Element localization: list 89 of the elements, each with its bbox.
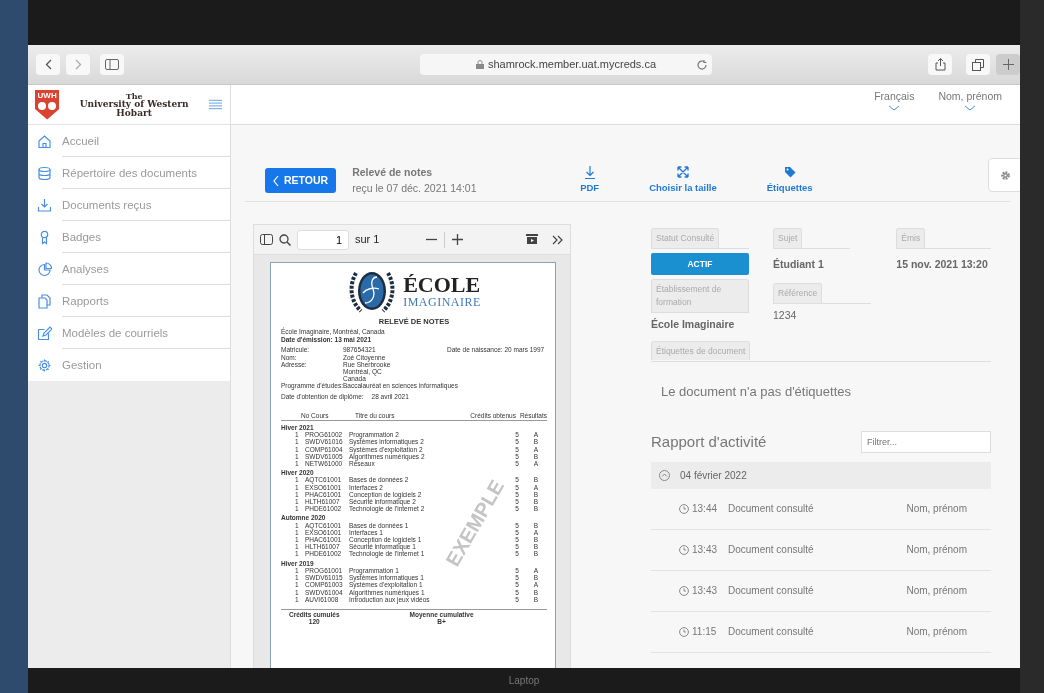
chevron-down-icon (964, 104, 977, 111)
status-button[interactable]: ACTIF (651, 253, 749, 275)
documents-icon (37, 293, 52, 309)
new-tab-button[interactable] (996, 54, 1020, 75)
pie-chart-icon (37, 261, 52, 277)
entry-action: Document consulté (728, 502, 815, 516)
sidebar-link[interactable]: Badges (62, 221, 230, 253)
download-icon (583, 165, 596, 179)
entry-time: 13:44 (692, 502, 719, 516)
sidebar-link[interactable]: Répertoire des documents (62, 157, 230, 189)
double-chevron-icon[interactable] (552, 233, 564, 246)
language-dropdown[interactable]: Français (874, 89, 915, 115)
page-total: sur 1 (355, 232, 380, 248)
field-label: Émis (896, 228, 926, 248)
share-button[interactable] (928, 54, 952, 75)
presentation-icon[interactable] (526, 233, 538, 246)
entry-user: Nom, prénom (906, 502, 967, 516)
device-label: Laptop (508, 674, 540, 688)
tag-icon (783, 165, 796, 179)
sidebar-toggle-icon[interactable] (260, 234, 273, 245)
chevron-down-icon (888, 104, 901, 111)
section-title: Rapport d'activité (651, 432, 767, 452)
document-title: Relevé de notes (352, 164, 434, 180)
field-value: 15 nov. 2021 13:20 (896, 257, 989, 272)
sidebar-icon (105, 59, 119, 70)
entry-action: Document consulté (728, 584, 815, 598)
page-number-field[interactable]: 1 (297, 229, 349, 250)
search-icon[interactable] (279, 233, 291, 246)
plus-icon (1002, 59, 1014, 70)
back-button[interactable]: RETOUR (265, 168, 337, 193)
date-group-header[interactable]: 04 février 2022 (651, 461, 991, 489)
sidebar-link[interactable]: Documents reçus (62, 189, 230, 221)
field-value: École Imaginaire (651, 316, 736, 332)
url-text: shamrock.member.uat.mycreds.ca (487, 57, 657, 73)
field-value: 1234 (773, 308, 798, 323)
chevron-left-icon (273, 174, 279, 187)
entry-user: Nom, prénom (906, 625, 967, 639)
school-name: ÉCOLE (403, 274, 481, 296)
database-icon (37, 165, 52, 181)
toolbar-action[interactable]: Choisir la taille (649, 165, 717, 196)
field-label: Statut Consulté (651, 228, 720, 248)
download-icon (37, 197, 52, 213)
sidebar-link[interactable]: Modèles de courriels (62, 317, 230, 349)
lock-icon (475, 60, 484, 69)
field-label: Référence (773, 283, 823, 303)
sidebar-link[interactable]: Analyses (62, 253, 230, 285)
settings-icon (999, 169, 1011, 181)
entry-user: Nom, prénom (906, 584, 967, 598)
entry-time: 13:43 (692, 584, 719, 598)
logo-text: The (125, 91, 143, 100)
clock-icon (679, 503, 689, 514)
settings-icon (37, 357, 52, 373)
entry-action: Document consulté (728, 625, 815, 639)
expand-arrows-icon (676, 165, 689, 179)
sidebar-link[interactable]: Accueil (62, 125, 230, 157)
tabs-button[interactable] (966, 54, 990, 75)
chevron-right-icon (74, 59, 82, 70)
share-icon (934, 58, 946, 71)
toolbar-action[interactable]: PDF (580, 165, 600, 196)
entry-time: 11:15 (692, 625, 718, 639)
school-subtitle: IMAGINAIRE (403, 296, 481, 308)
sidebar-link[interactable]: Gestion (62, 349, 230, 381)
clock-icon (679, 626, 689, 637)
entry-time: 13:43 (692, 543, 719, 557)
entry-action: Document consulté (728, 543, 815, 557)
edit-icon (37, 325, 52, 341)
clock-icon (679, 585, 689, 596)
toolbar-action[interactable]: Étiquettes (766, 165, 813, 196)
sidebar-toggle-button[interactable] (100, 54, 124, 75)
field-label: Établissement de formation (651, 279, 749, 312)
logo-initials: UWH (37, 90, 57, 100)
empty-message: Le document n'a pas d'étiquettes (661, 382, 852, 401)
clock-icon (679, 544, 689, 555)
tabs-icon (972, 58, 984, 71)
entry-user: Nom, prénom (906, 543, 967, 557)
chevron-left-icon (44, 59, 52, 70)
circle-icon (48, 101, 57, 110)
zoom-in-icon[interactable] (451, 233, 464, 246)
field-value: Étudiant 1 (773, 257, 825, 272)
home-icon (37, 133, 52, 149)
user-dropdown[interactable]: Nom, prénom (938, 89, 1002, 115)
sidebar-link[interactable]: Rapports (62, 285, 230, 317)
circle-icon (38, 101, 47, 110)
university-name: University of Western Hobart (78, 99, 190, 118)
reload-icon[interactable] (696, 58, 708, 71)
settings-button[interactable] (988, 158, 1020, 192)
address-bar[interactable]: shamrock.member.uat.mycreds.ca (420, 54, 712, 75)
filter-field[interactable]: Filtrer... (861, 431, 991, 454)
received-date: reçu le 07 déc. 2021 14:01 (352, 180, 478, 196)
